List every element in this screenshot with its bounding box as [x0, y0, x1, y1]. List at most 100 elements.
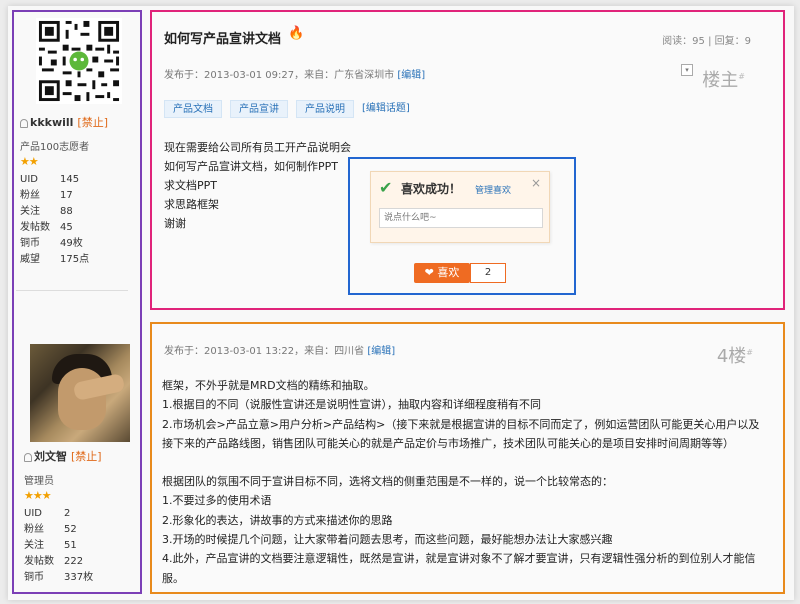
author-name-row: 刘文智 [禁止]	[24, 448, 134, 464]
body-line: 根据团队的氛围不同于宣讲目标不同，选将文档的侧重范围是不一样的，说一个比较常态的…	[162, 475, 613, 489]
like-button[interactable]: ❤ 喜欢	[414, 263, 470, 283]
tag-item[interactable]: 产品宣讲	[230, 100, 288, 118]
body-line: 1.不要过多的使用术语	[162, 494, 272, 508]
author-card-2: 刘文智 [禁止] 管理员 ★★★ UID 2 粉丝 52 关注 51 发帖数 222 铜币…	[24, 344, 134, 586]
like-success-title: 喜欢成功！	[401, 182, 462, 196]
floor-mark: #	[746, 348, 753, 357]
author-name[interactable]: 刘文智	[34, 450, 67, 463]
stat-row: 铜币 49枚	[20, 236, 130, 252]
body-line: 框架，不外乎就是MRD文档的精练和抽取。	[162, 379, 375, 392]
like-popup-area: ✔ 喜欢成功！ 管理喜欢 × ❤ 喜欢 2	[348, 157, 576, 295]
ban-link[interactable]: [禁止]	[77, 116, 108, 129]
ban-link[interactable]: [禁止]	[71, 450, 102, 463]
stat-row: UID 2	[24, 506, 134, 522]
stat-row: 关注 51	[24, 538, 134, 554]
body-line: 求思路框架	[164, 198, 219, 211]
stat-value: 145	[60, 174, 80, 185]
reply-post: 发布于：2013-03-01 13:22，来自：四川省 [编辑] 4楼# 框架，…	[150, 322, 785, 594]
author-title: 管理员	[24, 476, 54, 487]
stat-value: 51	[64, 540, 77, 551]
comment-input[interactable]	[379, 208, 543, 228]
edit-tags-link[interactable]: [编辑话题]	[362, 100, 410, 118]
stat-key: 关注	[24, 540, 44, 551]
stat-value: 45	[60, 222, 73, 233]
thread-title: 如何写产品宣讲文档	[164, 32, 282, 47]
stat-key: 关注	[20, 206, 40, 217]
stat-key: 铜币	[20, 238, 40, 249]
stat-row: 威望 175点	[20, 252, 130, 268]
reply-count: 回复：9	[714, 36, 751, 47]
post-date-location: 发布于：2013-03-01 09:27，来自：广东省深圳市	[164, 70, 395, 81]
stat-value: 337枚	[64, 572, 94, 583]
author-name[interactable]: kkkwill	[30, 116, 73, 129]
post-meta: 发布于：2013-03-01 09:27，来自：广东省深圳市 [编辑]	[164, 66, 425, 81]
author-card-1: kkkwill [禁止] 产品100志愿者 ★★ UID 145 粉丝 17 关注 88…	[20, 18, 130, 268]
stat-row: 关注 88	[20, 204, 130, 220]
qr-code-avatar[interactable]	[36, 18, 122, 104]
stat-row: 粉丝 52	[24, 522, 134, 538]
stat-key: 铜币	[24, 572, 44, 583]
edit-link[interactable]: [编辑]	[367, 346, 395, 357]
stat-key: 发帖数	[20, 222, 50, 233]
user-icon	[24, 452, 32, 462]
author-stars: ★★	[20, 155, 39, 168]
stat-row: 发帖数 222	[24, 554, 134, 570]
heart-icon: ❤	[424, 266, 434, 279]
stat-value: 17	[60, 190, 73, 201]
body-line: 如何写产品宣讲文档，如何制作PPT	[164, 160, 338, 173]
body-line: 服。	[162, 571, 184, 585]
view-count: 阅读：95	[662, 36, 705, 47]
post-date-location: 发布于：2013-03-01 13:22，来自：四川省	[164, 346, 365, 357]
stat-row: 发帖数 45	[20, 220, 130, 236]
stat-row: UID 145	[20, 172, 130, 188]
stat-key: 发帖数	[24, 556, 54, 567]
stat-key: UID	[24, 508, 42, 519]
topic-tags: 产品文档 产品宣讲 产品说明 [编辑话题]	[164, 100, 410, 118]
body-line: 1.根据目的不同（说服性宣讲还是说明性宣讲），抽取内容和详细程度稍有不同	[162, 398, 541, 412]
edit-link[interactable]: [编辑]	[397, 70, 425, 81]
like-success-popup: ✔ 喜欢成功！ 管理喜欢 ×	[370, 171, 550, 243]
stat-key: UID	[20, 174, 38, 185]
body-line: 谢谢	[164, 217, 186, 230]
hot-fire-icon: 🔥	[288, 26, 305, 41]
manage-likes-link[interactable]: 管理喜欢	[475, 183, 511, 196]
post-body: 现在需要给公司所有员工开产品说明会 如何写产品宣讲文档，如何制作PPT 求文档P…	[164, 138, 351, 233]
stat-value: 52	[64, 524, 77, 535]
body-line: 4.此外，产品宣讲的文档要注意逻辑性，既然是宣讲，就是宣讲对象不了解才要宣讲，只…	[162, 552, 756, 566]
stat-value: 49枚	[60, 238, 83, 249]
body-line: 求文档PPT	[164, 179, 217, 192]
stat-key: 粉丝	[24, 524, 44, 535]
chevron-down-icon[interactable]: ▾	[681, 64, 693, 76]
stat-key: 粉丝	[20, 190, 40, 201]
like-label: 喜欢	[437, 266, 460, 279]
body-line: 2.市场机会>产品立意>用户分析>产品结构>（接下来就是根据宣讲的目标不同而定了…	[162, 417, 760, 431]
qr-code-icon	[36, 18, 122, 104]
body-line: 接下来的产品路线图，销售团队可能关心的就是产品定价与市场推广，技术团队可能关心的…	[162, 436, 734, 450]
tag-item[interactable]: 产品文档	[164, 100, 222, 118]
like-count: 2	[470, 263, 506, 283]
close-icon[interactable]: ×	[531, 176, 541, 190]
stat-value: 2	[64, 508, 71, 519]
stat-value: 222	[64, 556, 84, 567]
stat-row: 铜币 337枚	[24, 570, 134, 586]
stat-value: 88	[60, 206, 73, 217]
author-stats: UID 145 粉丝 17 关注 88 发帖数 45 铜币 49枚 威望 175点	[20, 172, 130, 268]
checkmark-icon: ✔	[379, 178, 393, 197]
floor-label: 楼主#	[702, 66, 745, 92]
floor-text: 4楼	[716, 346, 747, 367]
stat-value: 175点	[60, 254, 90, 265]
thread-counts: 阅读：95 | 回复：9	[662, 36, 751, 47]
avatar[interactable]	[30, 344, 130, 442]
author-title: 产品100志愿者	[20, 142, 90, 153]
user-icon	[20, 118, 28, 128]
tag-item[interactable]: 产品说明	[296, 100, 354, 118]
body-line: 现在需要给公司所有员工开产品说明会	[164, 141, 351, 154]
floor-mark: #	[738, 72, 745, 81]
stat-key: 威望	[20, 254, 40, 265]
body-line: 2.形象化的表达，讲故事的方式来描述你的思路	[162, 513, 393, 527]
divider	[16, 290, 128, 291]
post-body: 框架，不外乎就是MRD文档的精练和抽取。 1.根据目的不同（说服性宣讲还是说明性…	[162, 376, 769, 588]
body-line: 3.开场的时候提几个问题，让大家带着问题去思考，而这些问题，最好能想办法让大家感…	[162, 533, 613, 547]
author-name-row: kkkwill [禁止]	[20, 114, 130, 130]
